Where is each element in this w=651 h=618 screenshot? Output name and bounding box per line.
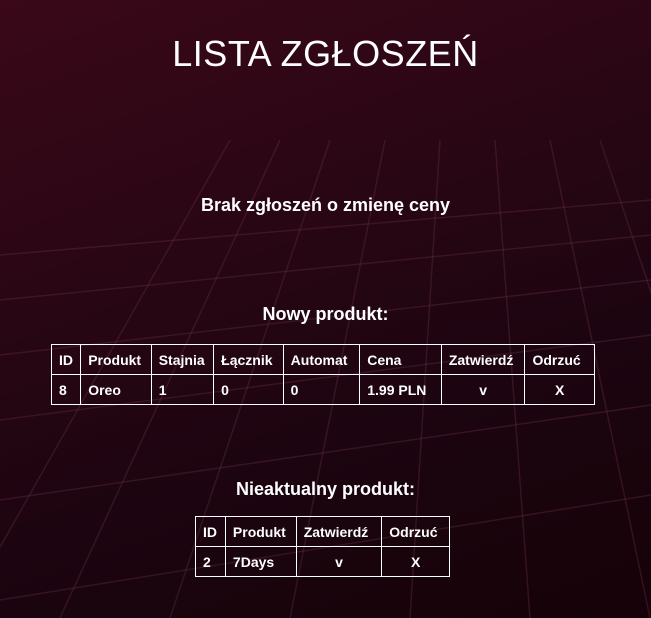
column-header-automat: Automat	[282, 344, 361, 375]
no-price-change-message: Brak zgłoszeń o zmienę ceny	[200, 195, 451, 215]
cell-product: Oreo	[80, 374, 152, 405]
cell-price: 1.99 PLN	[359, 374, 442, 405]
cell-lacznik: 0	[213, 374, 284, 405]
column-header-approve: Zatwierdź	[295, 516, 383, 547]
table-header-row: ID Produkt Zatwierdź Odrzuć	[195, 516, 450, 547]
new-product-table: ID Produkt Stajnia Łącznik Automat Cena …	[50, 344, 595, 405]
new-product-heading: Nowy produkt:	[262, 304, 389, 324]
table-header-row: ID Produkt Stajnia Łącznik Automat Cena …	[50, 344, 595, 375]
reject-button[interactable]: X	[524, 374, 595, 405]
table-row: 8 Oreo 1 0 0 1.99 PLN v X	[50, 374, 595, 405]
column-header-lacznik: Łącznik	[213, 344, 284, 375]
column-header-reject: Odrzuć	[381, 516, 450, 547]
column-header-product: Produkt	[224, 516, 297, 547]
cell-automat: 0	[282, 374, 361, 405]
approve-button[interactable]: v	[295, 546, 383, 577]
table-row: 2 7Days v X	[195, 546, 450, 577]
page-content: LISTA ZGŁOSZEŃ Brak zgłoszeń o zmienę ce…	[0, 0, 651, 618]
page-title: LISTA ZGŁOSZEŃ	[172, 33, 479, 74]
cell-id: 8	[50, 374, 82, 405]
reject-button[interactable]: X	[381, 546, 450, 577]
column-header-reject: Odrzuć	[524, 344, 595, 375]
cell-stajnia: 1	[150, 374, 215, 405]
cell-product: 7Days	[224, 546, 297, 577]
column-header-id: ID	[50, 344, 82, 375]
column-header-stajnia: Stajnia	[150, 344, 215, 375]
outdated-product-heading: Nieaktualny produkt:	[235, 479, 416, 499]
approve-button[interactable]: v	[440, 374, 526, 405]
column-header-product: Produkt	[80, 344, 152, 375]
cell-id: 2	[195, 546, 226, 577]
outdated-product-table: ID Produkt Zatwierdź Odrzuć 2 7Days v X	[195, 516, 450, 577]
column-header-id: ID	[195, 516, 226, 547]
column-header-approve: Zatwierdź	[440, 344, 526, 375]
column-header-price: Cena	[359, 344, 442, 375]
